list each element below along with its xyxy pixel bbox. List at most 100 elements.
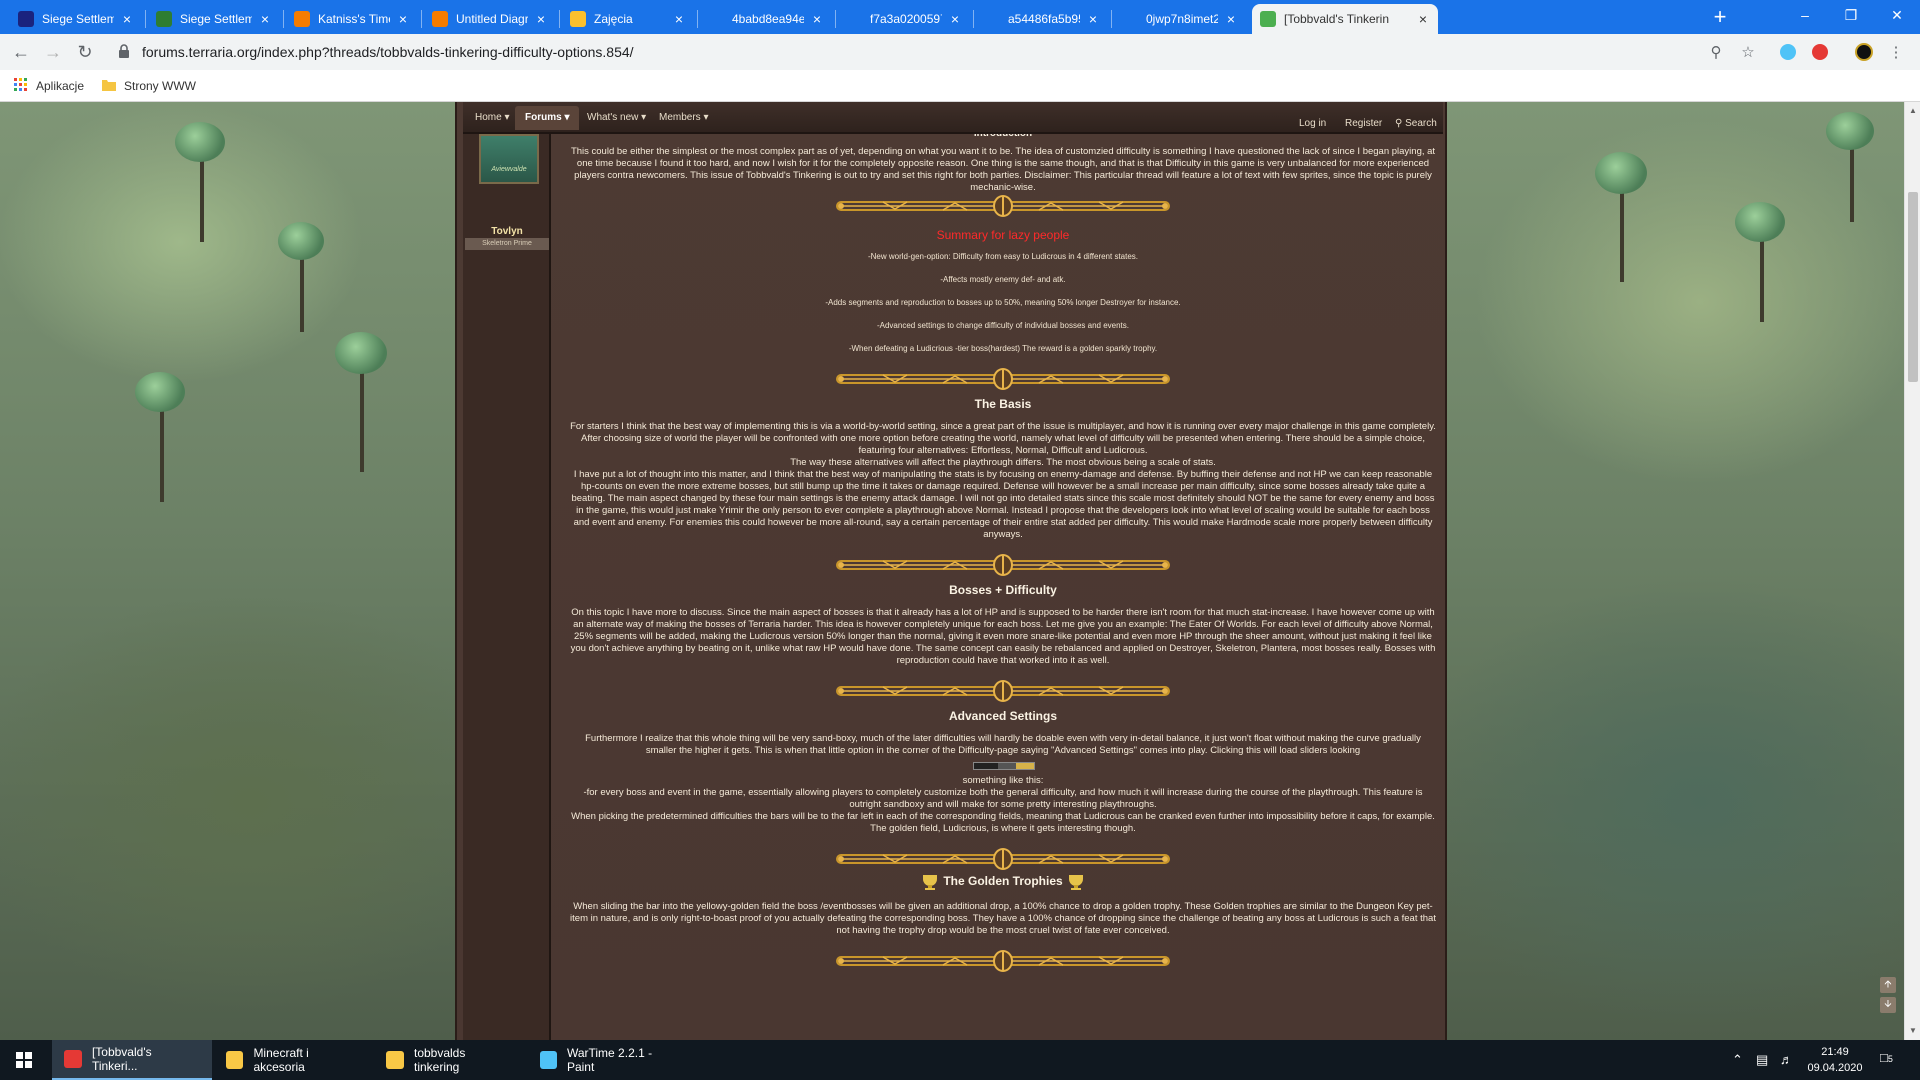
taskbar-item[interactable]: Minecraft i akcesoria xyxy=(214,1040,372,1080)
tab-separator xyxy=(697,10,698,28)
scroll-down-arrow[interactable]: ▼ xyxy=(1909,1026,1917,1035)
author-name[interactable]: Tovlyn xyxy=(463,226,551,237)
tab-close-icon[interactable]: × xyxy=(396,11,410,27)
notifications-icon[interactable]: □5 xyxy=(1880,1050,1893,1065)
new-tab-button[interactable]: + xyxy=(1708,6,1732,30)
summary-heading: Summary for lazy people xyxy=(936,228,1070,242)
forum-container: Home ▾ Forums ▾ What's new ▾ Members ▾ L… xyxy=(455,102,1447,1040)
minimize-button[interactable]: – xyxy=(1782,0,1828,30)
terraria-icon xyxy=(18,11,34,27)
ornament-divider xyxy=(836,848,1170,870)
browser-tab[interactable]: Katniss's Timeline - × xyxy=(286,4,418,34)
ornament-divider xyxy=(836,195,1170,217)
tab-close-icon[interactable]: × xyxy=(120,11,134,27)
search-icon: ⚲ xyxy=(1395,118,1403,129)
browser-tab[interactable]: a54486fa5b951e31c × xyxy=(976,4,1108,34)
browser-tab[interactable]: Siege Settlements D × xyxy=(10,4,142,34)
tab-close-icon[interactable]: × xyxy=(672,11,686,27)
page-scrollbar[interactable]: ▲ ▼ xyxy=(1904,102,1920,1040)
nav-search[interactable]: ⚲ Search xyxy=(1395,118,1437,129)
basis-paragraph-1: For starters I think that the best way o… xyxy=(570,421,1436,456)
apps-bookmark[interactable]: Aplikacje xyxy=(14,76,84,96)
forum-nav-bar: Home ▾ Forums ▾ What's new ▾ Members ▾ L… xyxy=(463,102,1443,134)
tab-label: [Tobbvald's Tinkerin xyxy=(1284,12,1390,26)
scroll-top-button[interactable]: 🡩 xyxy=(1880,977,1896,993)
reload-icon[interactable]: ↻ xyxy=(74,41,96,63)
basis-paragraph-3: I have put a lot of thought into this ma… xyxy=(571,469,1435,540)
ornament-divider xyxy=(836,368,1170,390)
browser-tab[interactable]: Untitled Diagram.dr × xyxy=(424,4,556,34)
browser-tab[interactable]: Siege Settlements D × xyxy=(148,4,280,34)
taskbar-item[interactable]: [Tobbvald's Tinkeri... xyxy=(52,1040,212,1080)
address-bar[interactable]: forums.terraria.org/index.php?threads/to… xyxy=(108,37,1755,67)
tab-close-icon[interactable]: × xyxy=(258,11,272,27)
trophy-icon xyxy=(1069,875,1084,890)
nav-register[interactable]: Register xyxy=(1345,118,1382,129)
chrome-icon xyxy=(64,1050,82,1068)
basis-paragraph-2: The way these alternatives will affect t… xyxy=(790,457,1216,468)
folder-icon xyxy=(386,1051,404,1069)
browser-tab[interactable]: [Tobbvald's Tinkerin × xyxy=(1252,4,1438,34)
nav-home[interactable]: Home ▾ xyxy=(475,112,510,123)
scroll-thumb[interactable] xyxy=(1908,192,1918,382)
nav-members[interactable]: Members ▾ xyxy=(659,112,709,123)
advanced-paragraph-3: -for every boss and event in the game, e… xyxy=(583,787,1423,810)
ornament-divider xyxy=(836,554,1170,576)
url-text: forums.terraria.org/index.php?threads/to… xyxy=(142,44,634,60)
close-window-button[interactable]: ✕ xyxy=(1874,0,1920,30)
nav-login[interactable]: Log in xyxy=(1299,118,1326,129)
summary-item: -New world-gen-option: Difficulty from e… xyxy=(867,252,1139,261)
tab-close-icon[interactable]: × xyxy=(1086,11,1100,27)
tab-separator xyxy=(835,10,836,28)
tab-label: Zajęcia xyxy=(594,12,633,26)
volume-icon[interactable]: ♬ xyxy=(1780,1052,1793,1067)
tab-close-icon[interactable]: × xyxy=(1224,11,1238,27)
menu-icon[interactable]: ⋮ xyxy=(1886,42,1906,62)
system-clock[interactable]: 21:49 09.04.2020 xyxy=(1800,1044,1870,1076)
folder-bookmark[interactable]: Strony WWW xyxy=(102,76,196,96)
nav-forums[interactable]: Forums ▾ xyxy=(515,106,580,130)
taskbar-item-label: [Tobbvald's Tinkeri... xyxy=(91,1045,152,1073)
browser-tab[interactable]: f7a3a020059706d4 × xyxy=(838,4,970,34)
taskbar-item[interactable]: WarTime 2.2.1 - Paint xyxy=(528,1040,688,1080)
tab-separator xyxy=(1111,10,1112,28)
back-icon[interactable]: ← xyxy=(10,41,32,63)
summary-item: -Advanced settings to change difficulty … xyxy=(876,321,1129,330)
paint-icon xyxy=(540,1051,557,1069)
start-button[interactable] xyxy=(0,1040,48,1080)
profile-avatar[interactable] xyxy=(1854,42,1874,62)
basis-heading: The Basis xyxy=(974,397,1032,411)
browser-tab[interactable]: 4babd8ea94ec4458 × xyxy=(700,4,832,34)
post-body: Introduction This could be either the si… xyxy=(565,134,1441,973)
folder-icon xyxy=(226,1051,244,1069)
tab-separator xyxy=(973,10,974,28)
summary-item: -Affects mostly enemy def- and atk. xyxy=(940,275,1066,284)
taskbar-item[interactable]: tobbvalds tinkering xyxy=(374,1040,526,1080)
taskbar-item-label: WarTime 2.2.1 - Paint xyxy=(566,1046,653,1074)
tab-close-icon[interactable]: × xyxy=(534,11,548,27)
restore-button[interactable]: ❐ xyxy=(1828,0,1874,30)
tab-label: Untitled Diagram.dr xyxy=(456,12,528,26)
tray-chevron-icon[interactable]: ⌃ xyxy=(1732,1052,1743,1068)
browser-tab[interactable]: Zajęcia × xyxy=(562,4,694,34)
tab-close-icon[interactable]: × xyxy=(1416,11,1430,27)
avatar[interactable] xyxy=(479,134,539,184)
extension-icon[interactable] xyxy=(1778,42,1798,62)
scroll-bottom-button[interactable]: 🡫 xyxy=(1880,997,1896,1013)
windows-taskbar: [Tobbvald's Tinkeri... Minecraft i akceso… xyxy=(0,1040,1920,1080)
tab-strip: Siege Settlements D × Siege Settlements D ×… xyxy=(0,0,1920,34)
advanced-paragraph-2: something like this: xyxy=(962,775,1044,786)
browser-tab[interactable]: 0jwp7n8imet21.jpg × xyxy=(1114,4,1246,34)
bookmark-star-icon[interactable]: ☆ xyxy=(1738,42,1758,62)
nav-whats-new[interactable]: What's new ▾ xyxy=(587,112,646,123)
tab-close-icon[interactable]: × xyxy=(948,11,962,27)
forward-icon[interactable]: → xyxy=(42,41,64,63)
network-icon[interactable]: ▤ xyxy=(1756,1052,1768,1068)
zoom-icon[interactable]: ⚲ xyxy=(1706,42,1726,62)
scroll-up-arrow[interactable]: ▲ xyxy=(1909,106,1917,115)
tab-separator xyxy=(283,10,284,28)
adblock-icon[interactable] xyxy=(1810,42,1830,62)
slider-example-image xyxy=(565,757,1441,775)
tab-close-icon[interactable]: × xyxy=(810,11,824,27)
advanced-paragraph-1: Furthermore I realize that this whole th… xyxy=(585,733,1421,756)
